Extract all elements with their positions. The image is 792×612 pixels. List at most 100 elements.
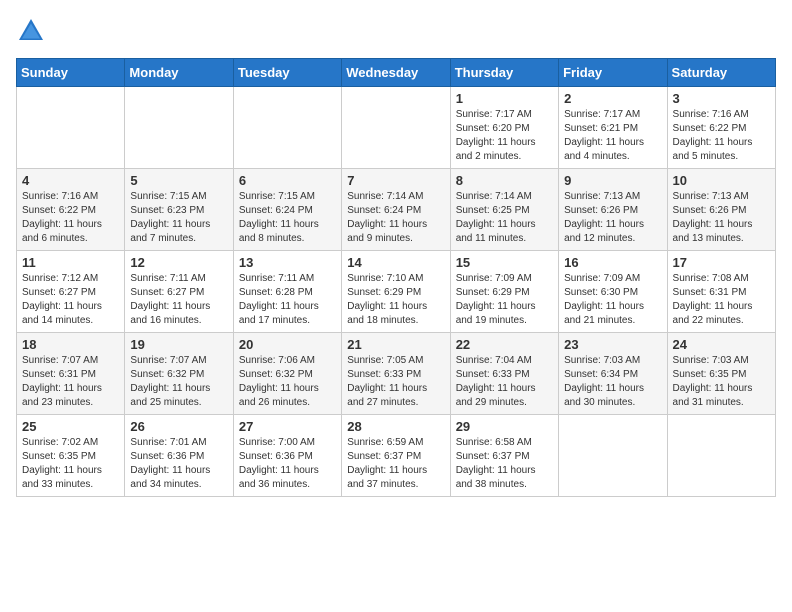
- calendar-day-cell: 8 Sunrise: 7:14 AMSunset: 6:25 PMDaylight…: [450, 169, 558, 251]
- day-number: 9: [564, 173, 661, 188]
- day-info: Sunrise: 7:05 AMSunset: 6:33 PMDaylight:…: [347, 354, 444, 410]
- calendar-table: SundayMondayTuesdayWednesdayThursdayFrid…: [16, 58, 776, 497]
- day-number: 5: [130, 173, 227, 188]
- day-number: 19: [130, 337, 227, 352]
- day-number: 29: [456, 419, 553, 434]
- calendar-day-cell: 1 Sunrise: 7:17 AMSunset: 6:20 PMDaylight…: [450, 87, 558, 169]
- calendar-day-cell: 19 Sunrise: 7:07 AMSunset: 6:32 PMDayligh…: [125, 333, 233, 415]
- weekday-header: Sunday: [17, 59, 125, 87]
- day-info: Sunrise: 7:07 AMSunset: 6:32 PMDaylight:…: [130, 354, 227, 410]
- day-number: 28: [347, 419, 444, 434]
- day-info: Sunrise: 6:59 AMSunset: 6:37 PMDaylight:…: [347, 436, 444, 492]
- day-info: Sunrise: 7:06 AMSunset: 6:32 PMDaylight:…: [239, 354, 336, 410]
- day-info: Sunrise: 6:58 AMSunset: 6:37 PMDaylight:…: [456, 436, 553, 492]
- day-info: Sunrise: 7:12 AMSunset: 6:27 PMDaylight:…: [22, 272, 119, 328]
- weekday-header: Saturday: [667, 59, 775, 87]
- day-number: 6: [239, 173, 336, 188]
- weekday-header: Thursday: [450, 59, 558, 87]
- calendar-day-cell: 29 Sunrise: 6:58 AMSunset: 6:37 PMDayligh…: [450, 415, 558, 497]
- day-number: 16: [564, 255, 661, 270]
- calendar-week-row: 11 Sunrise: 7:12 AMSunset: 6:27 PMDayligh…: [17, 251, 776, 333]
- day-info: Sunrise: 7:16 AMSunset: 6:22 PMDaylight:…: [22, 190, 119, 246]
- weekday-header: Monday: [125, 59, 233, 87]
- calendar-day-cell: 21 Sunrise: 7:05 AMSunset: 6:33 PMDayligh…: [342, 333, 450, 415]
- day-number: 11: [22, 255, 119, 270]
- day-number: 26: [130, 419, 227, 434]
- calendar-day-cell: 13 Sunrise: 7:11 AMSunset: 6:28 PMDayligh…: [233, 251, 341, 333]
- calendar-day-cell: 16 Sunrise: 7:09 AMSunset: 6:30 PMDayligh…: [559, 251, 667, 333]
- day-number: 13: [239, 255, 336, 270]
- day-info: Sunrise: 7:03 AMSunset: 6:35 PMDaylight:…: [673, 354, 770, 410]
- day-number: 18: [22, 337, 119, 352]
- day-info: Sunrise: 7:11 AMSunset: 6:28 PMDaylight:…: [239, 272, 336, 328]
- day-info: Sunrise: 7:17 AMSunset: 6:20 PMDaylight:…: [456, 108, 553, 164]
- day-info: Sunrise: 7:13 AMSunset: 6:26 PMDaylight:…: [564, 190, 661, 246]
- day-number: 8: [456, 173, 553, 188]
- calendar-week-row: 1 Sunrise: 7:17 AMSunset: 6:20 PMDaylight…: [17, 87, 776, 169]
- day-number: 4: [22, 173, 119, 188]
- calendar-day-cell: [233, 87, 341, 169]
- calendar-day-cell: 3 Sunrise: 7:16 AMSunset: 6:22 PMDaylight…: [667, 87, 775, 169]
- calendar-header-row: SundayMondayTuesdayWednesdayThursdayFrid…: [17, 59, 776, 87]
- day-info: Sunrise: 7:00 AMSunset: 6:36 PMDaylight:…: [239, 436, 336, 492]
- day-info: Sunrise: 7:11 AMSunset: 6:27 PMDaylight:…: [130, 272, 227, 328]
- day-number: 17: [673, 255, 770, 270]
- day-number: 7: [347, 173, 444, 188]
- day-info: Sunrise: 7:17 AMSunset: 6:21 PMDaylight:…: [564, 108, 661, 164]
- day-number: 10: [673, 173, 770, 188]
- day-info: Sunrise: 7:14 AMSunset: 6:24 PMDaylight:…: [347, 190, 444, 246]
- weekday-header: Tuesday: [233, 59, 341, 87]
- calendar-day-cell: 4 Sunrise: 7:16 AMSunset: 6:22 PMDaylight…: [17, 169, 125, 251]
- calendar-day-cell: [17, 87, 125, 169]
- calendar-day-cell: 11 Sunrise: 7:12 AMSunset: 6:27 PMDayligh…: [17, 251, 125, 333]
- day-info: Sunrise: 7:02 AMSunset: 6:35 PMDaylight:…: [22, 436, 119, 492]
- weekday-header: Wednesday: [342, 59, 450, 87]
- logo-icon: [16, 16, 46, 46]
- day-info: Sunrise: 7:09 AMSunset: 6:29 PMDaylight:…: [456, 272, 553, 328]
- day-info: Sunrise: 7:14 AMSunset: 6:25 PMDaylight:…: [456, 190, 553, 246]
- day-info: Sunrise: 7:15 AMSunset: 6:23 PMDaylight:…: [130, 190, 227, 246]
- calendar-week-row: 18Sunrise: 7:07 AMSunset: 6:31 PMDayligh…: [17, 333, 776, 415]
- day-number: 3: [673, 91, 770, 106]
- calendar-day-cell: 9 Sunrise: 7:13 AMSunset: 6:26 PMDaylight…: [559, 169, 667, 251]
- day-number: 27: [239, 419, 336, 434]
- calendar-day-cell: 20 Sunrise: 7:06 AMSunset: 6:32 PMDayligh…: [233, 333, 341, 415]
- calendar-day-cell: 12Sunrise: 7:11 AMSunset: 6:27 PMDayligh…: [125, 251, 233, 333]
- calendar-day-cell: 5 Sunrise: 7:15 AMSunset: 6:23 PMDaylight…: [125, 169, 233, 251]
- calendar-day-cell: 10 Sunrise: 7:13 AMSunset: 6:26 PMDayligh…: [667, 169, 775, 251]
- calendar-day-cell: 24Sunrise: 7:03 AMSunset: 6:35 PMDayligh…: [667, 333, 775, 415]
- calendar-day-cell: 15 Sunrise: 7:09 AMSunset: 6:29 PMDayligh…: [450, 251, 558, 333]
- calendar-day-cell: 14 Sunrise: 7:10 AMSunset: 6:29 PMDayligh…: [342, 251, 450, 333]
- calendar-week-row: 4 Sunrise: 7:16 AMSunset: 6:22 PMDaylight…: [17, 169, 776, 251]
- day-info: Sunrise: 7:03 AMSunset: 6:34 PMDaylight:…: [564, 354, 661, 410]
- day-number: 14: [347, 255, 444, 270]
- calendar-day-cell: 27 Sunrise: 7:00 AMSunset: 6:36 PMDayligh…: [233, 415, 341, 497]
- calendar-day-cell: [125, 87, 233, 169]
- calendar-day-cell: 28 Sunrise: 6:59 AMSunset: 6:37 PMDayligh…: [342, 415, 450, 497]
- day-info: Sunrise: 7:09 AMSunset: 6:30 PMDaylight:…: [564, 272, 661, 328]
- day-info: Sunrise: 7:08 AMSunset: 6:31 PMDaylight:…: [673, 272, 770, 328]
- day-number: 23: [564, 337, 661, 352]
- logo: [16, 16, 50, 46]
- calendar-day-cell: 2Sunrise: 7:17 AMSunset: 6:21 PMDaylight…: [559, 87, 667, 169]
- day-number: 15: [456, 255, 553, 270]
- calendar-day-cell: [667, 415, 775, 497]
- day-number: 22: [456, 337, 553, 352]
- calendar-day-cell: 23 Sunrise: 7:03 AMSunset: 6:34 PMDayligh…: [559, 333, 667, 415]
- calendar-day-cell: 26Sunrise: 7:01 AMSunset: 6:36 PMDayligh…: [125, 415, 233, 497]
- day-number: 25: [22, 419, 119, 434]
- day-number: 20: [239, 337, 336, 352]
- calendar-week-row: 25 Sunrise: 7:02 AMSunset: 6:35 PMDayligh…: [17, 415, 776, 497]
- day-info: Sunrise: 7:13 AMSunset: 6:26 PMDaylight:…: [673, 190, 770, 246]
- day-info: Sunrise: 7:15 AMSunset: 6:24 PMDaylight:…: [239, 190, 336, 246]
- calendar-day-cell: 25 Sunrise: 7:02 AMSunset: 6:35 PMDayligh…: [17, 415, 125, 497]
- day-number: 1: [456, 91, 553, 106]
- day-info: Sunrise: 7:16 AMSunset: 6:22 PMDaylight:…: [673, 108, 770, 164]
- day-number: 21: [347, 337, 444, 352]
- calendar-day-cell: 22Sunrise: 7:04 AMSunset: 6:33 PMDayligh…: [450, 333, 558, 415]
- calendar-day-cell: 7 Sunrise: 7:14 AMSunset: 6:24 PMDaylight…: [342, 169, 450, 251]
- calendar-day-cell: 18Sunrise: 7:07 AMSunset: 6:31 PMDayligh…: [17, 333, 125, 415]
- day-info: Sunrise: 7:10 AMSunset: 6:29 PMDaylight:…: [347, 272, 444, 328]
- calendar-day-cell: [559, 415, 667, 497]
- calendar-day-cell: 17 Sunrise: 7:08 AMSunset: 6:31 PMDayligh…: [667, 251, 775, 333]
